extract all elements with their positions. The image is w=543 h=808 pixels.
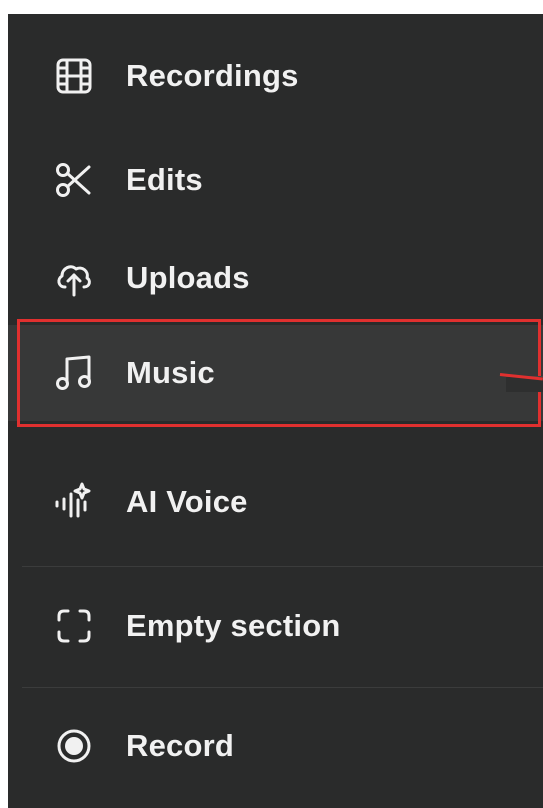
sidebar-item-label: Uploads <box>126 260 250 295</box>
sidebar-item-edits[interactable]: Edits <box>8 130 543 230</box>
sidebar-item-label: Edits <box>126 162 203 197</box>
cloud-upload-icon <box>52 256 96 300</box>
film-icon <box>52 54 96 98</box>
sidebar-item-label: Recordings <box>126 58 299 93</box>
sidebar-item-label: Record <box>126 728 235 763</box>
sidebar: Recordings Edits Uploads Music AI Voice … <box>8 14 543 808</box>
sidebar-item-uploads[interactable]: Uploads <box>8 228 543 328</box>
ai-voice-icon <box>52 480 96 524</box>
music-note-icon <box>52 351 96 395</box>
sidebar-item-label: Empty section <box>126 608 341 643</box>
scissors-icon <box>52 158 96 202</box>
sidebar-item-empty-section[interactable]: Empty section <box>8 576 543 676</box>
sidebar-item-record[interactable]: Record <box>8 696 543 796</box>
dashed-frame-icon <box>52 604 96 648</box>
sidebar-item-label: Music <box>126 355 215 390</box>
sidebar-item-ai-voice[interactable]: AI Voice <box>8 452 543 552</box>
divider <box>22 566 543 567</box>
sidebar-item-label: AI Voice <box>126 484 248 519</box>
sidebar-item-recordings[interactable]: Recordings <box>8 26 543 126</box>
sidebar-item-music[interactable]: Music <box>8 325 543 421</box>
record-icon <box>52 724 96 768</box>
divider <box>22 687 543 688</box>
